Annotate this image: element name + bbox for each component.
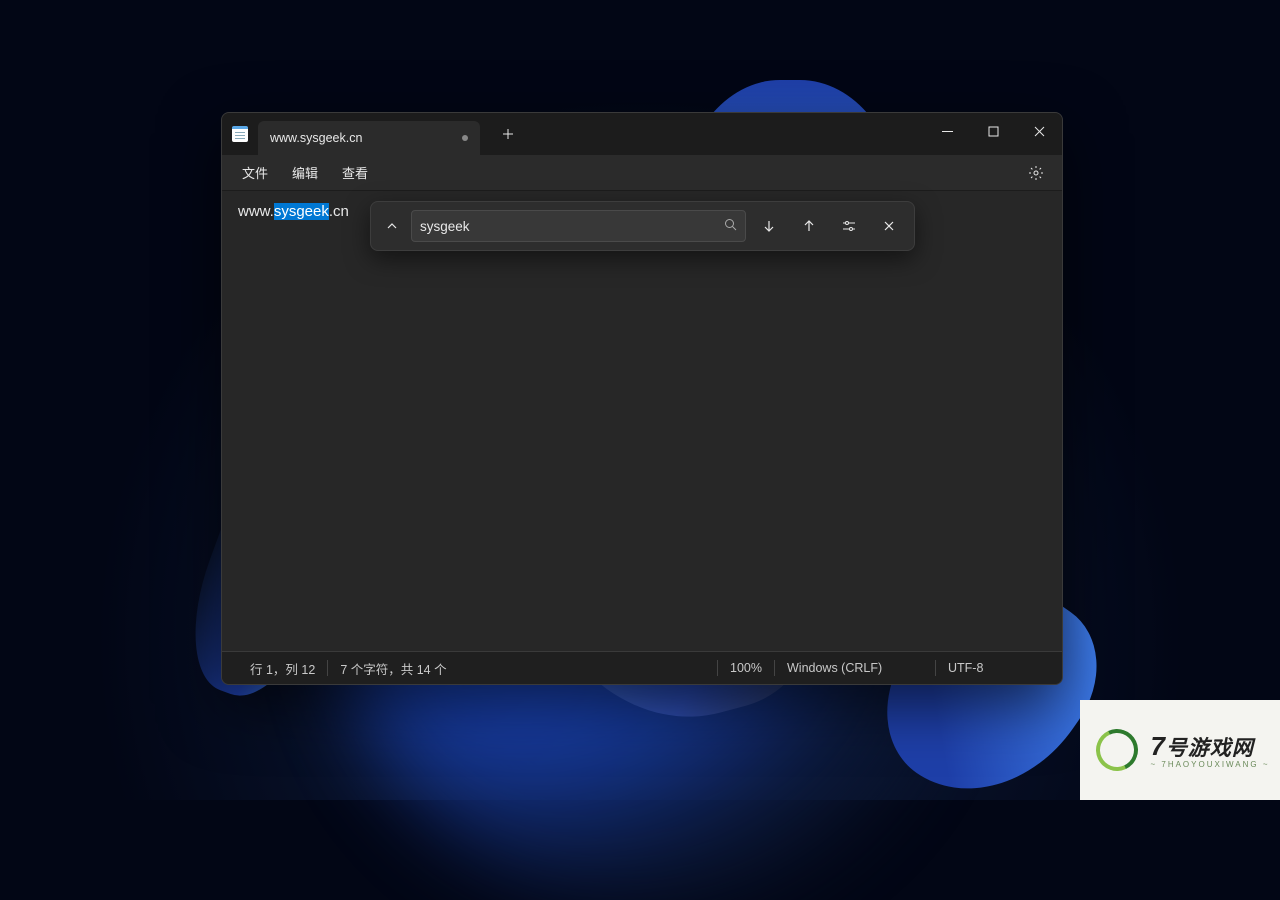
tab-title: www.sysgeek.cn — [270, 131, 362, 145]
maximize-button[interactable] — [970, 115, 1016, 147]
notepad-app-icon — [232, 126, 248, 142]
status-zoom[interactable]: 100% — [718, 661, 774, 675]
find-options-button[interactable] — [832, 209, 866, 243]
statusbar: 行 1，列 12 7 个字符，共 14 个 100% Windows (CRLF… — [222, 651, 1062, 684]
find-next-button[interactable] — [752, 209, 786, 243]
menu-view[interactable]: 查看 — [332, 159, 378, 186]
document-tab[interactable]: www.sysgeek.cn — [258, 121, 480, 155]
chevron-up-icon — [386, 220, 398, 232]
find-input[interactable] — [420, 219, 724, 234]
watermark-text: 7号游戏网 ~ 7HAOYOUXIWANG ~ — [1150, 731, 1269, 769]
minimize-button[interactable] — [924, 115, 970, 147]
options-icon — [842, 219, 856, 233]
status-line-ending[interactable]: Windows (CRLF) — [775, 661, 935, 675]
notepad-window: www.sysgeek.cn 文件 编辑 查看 — [221, 112, 1063, 685]
menu-edit[interactable]: 编辑 — [282, 159, 328, 186]
find-expand-button[interactable] — [379, 209, 405, 243]
window-controls — [924, 121, 1062, 147]
menubar: 文件 编辑 查看 — [222, 155, 1062, 191]
menu-file[interactable]: 文件 — [232, 159, 278, 186]
watermark-globe-icon — [1090, 723, 1144, 777]
close-icon — [883, 220, 895, 232]
arrow-down-icon — [762, 219, 776, 233]
status-chars[interactable]: 7 个字符，共 14 个 — [328, 659, 458, 678]
search-icon[interactable] — [724, 218, 737, 235]
status-encoding[interactable]: UTF-8 — [936, 661, 1046, 675]
new-tab-button[interactable] — [490, 119, 526, 149]
close-button[interactable] — [1016, 115, 1062, 147]
watermark: 7号游戏网 ~ 7HAOYOUXIWANG ~ — [1080, 700, 1280, 800]
document-text[interactable]: www.sysgeek.cn — [238, 203, 349, 220]
status-position[interactable]: 行 1，列 12 — [238, 659, 327, 678]
find-bar — [370, 201, 915, 251]
find-previous-button[interactable] — [792, 209, 826, 243]
find-close-button[interactable] — [872, 209, 906, 243]
search-highlight: sysgeek — [274, 203, 329, 220]
editor-area[interactable]: www.sysgeek.cn — [222, 191, 1062, 651]
titlebar[interactable]: www.sysgeek.cn — [222, 113, 1062, 155]
arrow-up-icon — [802, 219, 816, 233]
settings-button[interactable] — [1020, 157, 1052, 189]
find-input-container — [411, 210, 746, 242]
tab-modified-indicator-icon[interactable] — [462, 135, 468, 141]
